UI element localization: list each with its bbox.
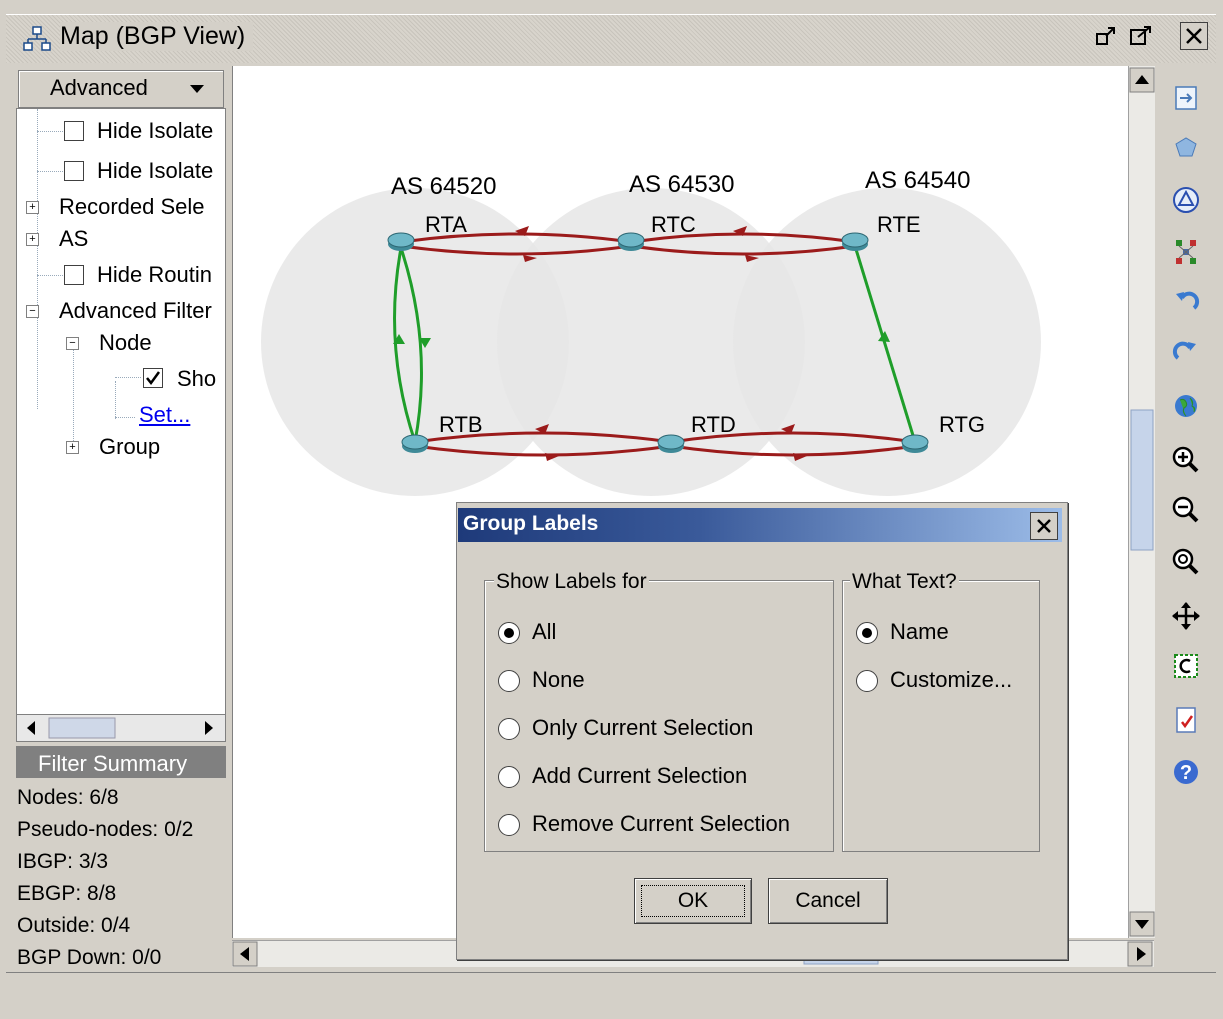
tree-item-hide-isolated-2[interactable]: Hide Isolate bbox=[97, 158, 213, 184]
maximize-icon[interactable] bbox=[1128, 24, 1154, 48]
pan-icon[interactable] bbox=[1170, 600, 1202, 632]
tree-horizontal-scrollbar[interactable] bbox=[16, 714, 226, 742]
expand-plus-icon[interactable]: + bbox=[66, 441, 79, 454]
router-label: RTG bbox=[939, 412, 985, 437]
restore-icon[interactable] bbox=[1094, 24, 1118, 48]
tree-item-node[interactable]: Node bbox=[99, 330, 152, 356]
svg-text:?: ? bbox=[1180, 762, 1192, 784]
tree-item-advanced-filter[interactable]: Advanced Filter bbox=[59, 298, 212, 324]
radio-all[interactable] bbox=[498, 622, 520, 644]
expand-plus-icon[interactable]: + bbox=[26, 233, 39, 246]
summary-nodes: Nodes: 6/8 bbox=[17, 786, 119, 809]
collapse-minus-icon[interactable]: − bbox=[26, 305, 39, 318]
expand-plus-icon[interactable]: + bbox=[26, 201, 39, 214]
tree-item-recorded-selections[interactable]: Recorded Sele bbox=[59, 194, 205, 220]
tree-item-group[interactable]: Group bbox=[99, 434, 160, 460]
router-label: RTC bbox=[651, 212, 696, 237]
summary-pseudo-nodes: Pseudo-nodes: 0/2 bbox=[17, 818, 194, 841]
zoom-out-icon[interactable] bbox=[1170, 494, 1202, 526]
dialog-title: Group Labels bbox=[463, 512, 599, 535]
filter-mode-label: Advanced bbox=[50, 75, 148, 100]
router-icon bbox=[657, 434, 685, 453]
summary-ibgp: IBGP: 3/3 bbox=[17, 850, 109, 873]
as-label: AS 64530 bbox=[629, 171, 734, 198]
radio-all-label[interactable]: All bbox=[532, 619, 556, 645]
select-icon[interactable] bbox=[1170, 650, 1202, 682]
radio-none-label[interactable]: None bbox=[532, 667, 585, 693]
ok-button[interactable]: OK bbox=[634, 878, 752, 924]
tree-checkbox[interactable] bbox=[64, 121, 84, 141]
shape-icon[interactable] bbox=[1170, 132, 1202, 164]
redo-icon[interactable] bbox=[1170, 336, 1202, 368]
radio-only-current-label[interactable]: Only Current Selection bbox=[532, 715, 753, 741]
tree-checkbox[interactable] bbox=[64, 161, 84, 181]
filter-tree: Hide Isolate Hide Isolate + Recorded Sel… bbox=[16, 108, 226, 716]
tree-item-show[interactable]: Sho bbox=[177, 366, 216, 392]
zoom-fit-icon[interactable] bbox=[1170, 546, 1202, 578]
summary-outside: Outside: 0/4 bbox=[17, 914, 131, 937]
as-label: AS 64520 bbox=[391, 173, 496, 200]
dialog-close-icon[interactable] bbox=[1030, 512, 1058, 540]
radio-customize-label[interactable]: Customize... bbox=[890, 667, 1012, 693]
tree-checkbox-checked[interactable] bbox=[143, 368, 163, 388]
tree-checkbox[interactable] bbox=[64, 265, 84, 285]
cancel-button[interactable]: Cancel bbox=[768, 878, 888, 924]
as-label: AS 64540 bbox=[865, 167, 970, 194]
router-icon bbox=[901, 434, 929, 453]
router-label: RTB bbox=[439, 412, 483, 437]
filter-summary-title: Filter Summary bbox=[38, 751, 188, 776]
radio-remove-current-label[interactable]: Remove Current Selection bbox=[532, 811, 790, 837]
summary-bgp-down: BGP Down: 0/0 bbox=[17, 946, 162, 969]
window-title: Map (BGP View) bbox=[60, 22, 254, 51]
collapse-minus-icon[interactable]: − bbox=[66, 337, 79, 350]
what-text-group-title: What Text? bbox=[850, 570, 959, 594]
router-icon bbox=[401, 434, 429, 453]
globe-icon[interactable] bbox=[1170, 390, 1202, 422]
radio-none[interactable] bbox=[498, 670, 520, 692]
layout-icon[interactable] bbox=[1170, 184, 1202, 216]
router-label: RTE bbox=[877, 212, 921, 237]
router-label: RTD bbox=[691, 412, 736, 437]
radio-add-current-label[interactable]: Add Current Selection bbox=[532, 763, 747, 789]
tree-item-hide-isolated-1[interactable]: Hide Isolate bbox=[97, 118, 213, 144]
radio-name[interactable] bbox=[856, 622, 878, 644]
router-label: RTA bbox=[425, 212, 467, 237]
radio-customize[interactable] bbox=[856, 670, 878, 692]
close-icon[interactable] bbox=[1180, 22, 1208, 50]
status-bar bbox=[6, 972, 1216, 1019]
undo-icon[interactable] bbox=[1170, 286, 1202, 318]
network-icon bbox=[22, 24, 52, 54]
radio-name-label[interactable]: Name bbox=[890, 619, 949, 645]
radio-remove-current[interactable] bbox=[498, 814, 520, 836]
radio-add-current[interactable] bbox=[498, 766, 520, 788]
chevron-down-icon[interactable] bbox=[188, 82, 206, 100]
tree-item-as[interactable]: AS bbox=[59, 226, 88, 252]
router-icon bbox=[387, 232, 415, 251]
map-vertical-scrollbar[interactable] bbox=[1128, 66, 1155, 938]
tree-layout-icon[interactable] bbox=[1170, 236, 1202, 268]
summary-ebgp: EBGP: 8/8 bbox=[17, 882, 117, 905]
tree-item-hide-routing[interactable]: Hide Routin bbox=[97, 262, 212, 288]
help-icon[interactable]: ? bbox=[1170, 756, 1202, 788]
show-labels-group-title: Show Labels for bbox=[494, 570, 649, 594]
tree-link-set[interactable]: Set... bbox=[139, 402, 190, 428]
router-icon bbox=[841, 232, 869, 251]
zoom-in-icon[interactable] bbox=[1170, 444, 1202, 476]
report-icon[interactable] bbox=[1170, 704, 1202, 736]
radio-only-current[interactable] bbox=[498, 718, 520, 740]
router-icon bbox=[617, 232, 645, 251]
fit-icon[interactable] bbox=[1170, 82, 1202, 114]
